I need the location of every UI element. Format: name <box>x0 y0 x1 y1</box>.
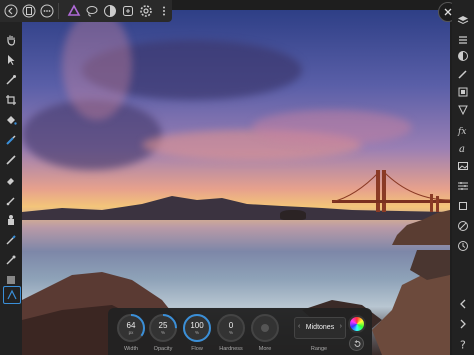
opacity-value: 25 <box>158 321 168 330</box>
svg-text:?: ? <box>460 339 466 351</box>
chevron-right-icon[interactable]: › <box>340 323 342 330</box>
settings-icon[interactable] <box>139 1 154 21</box>
crop-tool-icon[interactable] <box>3 92 19 108</box>
develop-persona-icon[interactable] <box>102 1 117 21</box>
range-value: Midtones <box>305 324 335 331</box>
character-icon[interactable]: a <box>455 140 471 156</box>
width-label: Width <box>123 346 139 352</box>
more-icon[interactable] <box>39 1 54 21</box>
hardness-dial[interactable]: 0 % <box>216 313 246 343</box>
clone-tool-icon[interactable] <box>3 212 19 228</box>
range-label: Range <box>310 346 328 352</box>
hardness-label: Hardness <box>219 346 243 352</box>
stack-icon[interactable] <box>455 32 471 48</box>
designer-persona-icon[interactable] <box>66 1 81 21</box>
width-unit: px <box>128 330 134 335</box>
width-value: 64 <box>126 321 136 330</box>
context-toolbar: 64 px Width 25 % Opacity 100 % Flow 0 % … <box>108 308 372 355</box>
sea-rock <box>280 210 306 220</box>
erase-tool-icon[interactable] <box>3 172 19 188</box>
hardness-unit: % <box>228 330 233 335</box>
cloud <box>62 10 132 120</box>
photo-canvas[interactable] <box>22 10 450 355</box>
filter-icon[interactable] <box>455 102 471 118</box>
top-toolbar <box>0 0 172 22</box>
opacity-unit: % <box>160 330 165 335</box>
brushes-icon[interactable] <box>455 66 471 82</box>
document-icon[interactable] <box>21 1 36 21</box>
flow-label: Flow <box>191 346 203 352</box>
history-icon[interactable] <box>455 238 471 254</box>
flow-unit: % <box>194 330 199 335</box>
color-wheel-icon[interactable] <box>348 315 366 333</box>
hardness-value: 0 <box>228 321 234 330</box>
export-persona-icon[interactable] <box>121 1 136 21</box>
smudge-tool-icon[interactable] <box>3 252 19 268</box>
adjustments-icon[interactable] <box>455 48 471 64</box>
layers-icon[interactable] <box>455 12 471 28</box>
move-tool-icon[interactable] <box>3 52 19 68</box>
flow-dial[interactable]: 100 % <box>182 313 212 343</box>
right-toolbar: fx a ? <box>452 0 474 355</box>
svg-text:a: a <box>459 144 465 154</box>
help-icon[interactable]: ? <box>455 336 471 352</box>
fill-tool-icon[interactable] <box>3 112 19 128</box>
toolbar-divider <box>58 3 60 19</box>
lasso-icon[interactable] <box>84 1 99 21</box>
cloud <box>252 110 412 145</box>
right-cliff <box>392 210 450 245</box>
dodge-tool-icon[interactable] <box>3 232 19 248</box>
kebab-icon[interactable] <box>157 1 172 21</box>
range-selector[interactable]: ‹ Midtones › <box>294 317 346 339</box>
selection-brush-icon[interactable] <box>3 132 19 148</box>
chevron-right-icon[interactable] <box>455 316 471 332</box>
snapshot-icon[interactable] <box>455 198 471 214</box>
color-icon[interactable] <box>455 84 471 100</box>
color-picker-icon[interactable] <box>3 72 19 88</box>
left-toolbar <box>0 22 22 355</box>
more-button[interactable] <box>250 313 280 343</box>
svg-text:fx: fx <box>457 127 466 136</box>
sliders-icon[interactable] <box>455 178 471 194</box>
vector-tool-icon[interactable] <box>3 286 21 304</box>
more-label: More <box>258 346 272 352</box>
opacity-dial[interactable]: 25 % <box>148 313 178 343</box>
flow-value: 100 <box>190 321 204 330</box>
back-icon[interactable] <box>3 1 18 21</box>
fx-icon[interactable]: fx <box>455 122 471 138</box>
undo-icon[interactable] <box>349 336 364 351</box>
opacity-label: Opacity <box>153 346 173 352</box>
hand-tool-icon[interactable] <box>3 32 19 48</box>
navigator-icon[interactable] <box>455 218 471 234</box>
stock-icon[interactable] <box>455 158 471 174</box>
brush-tool-icon[interactable] <box>3 192 19 208</box>
width-dial[interactable]: 64 px <box>116 313 146 343</box>
chevron-left-icon[interactable] <box>455 296 471 312</box>
paint-brush-icon[interactable] <box>3 152 19 168</box>
